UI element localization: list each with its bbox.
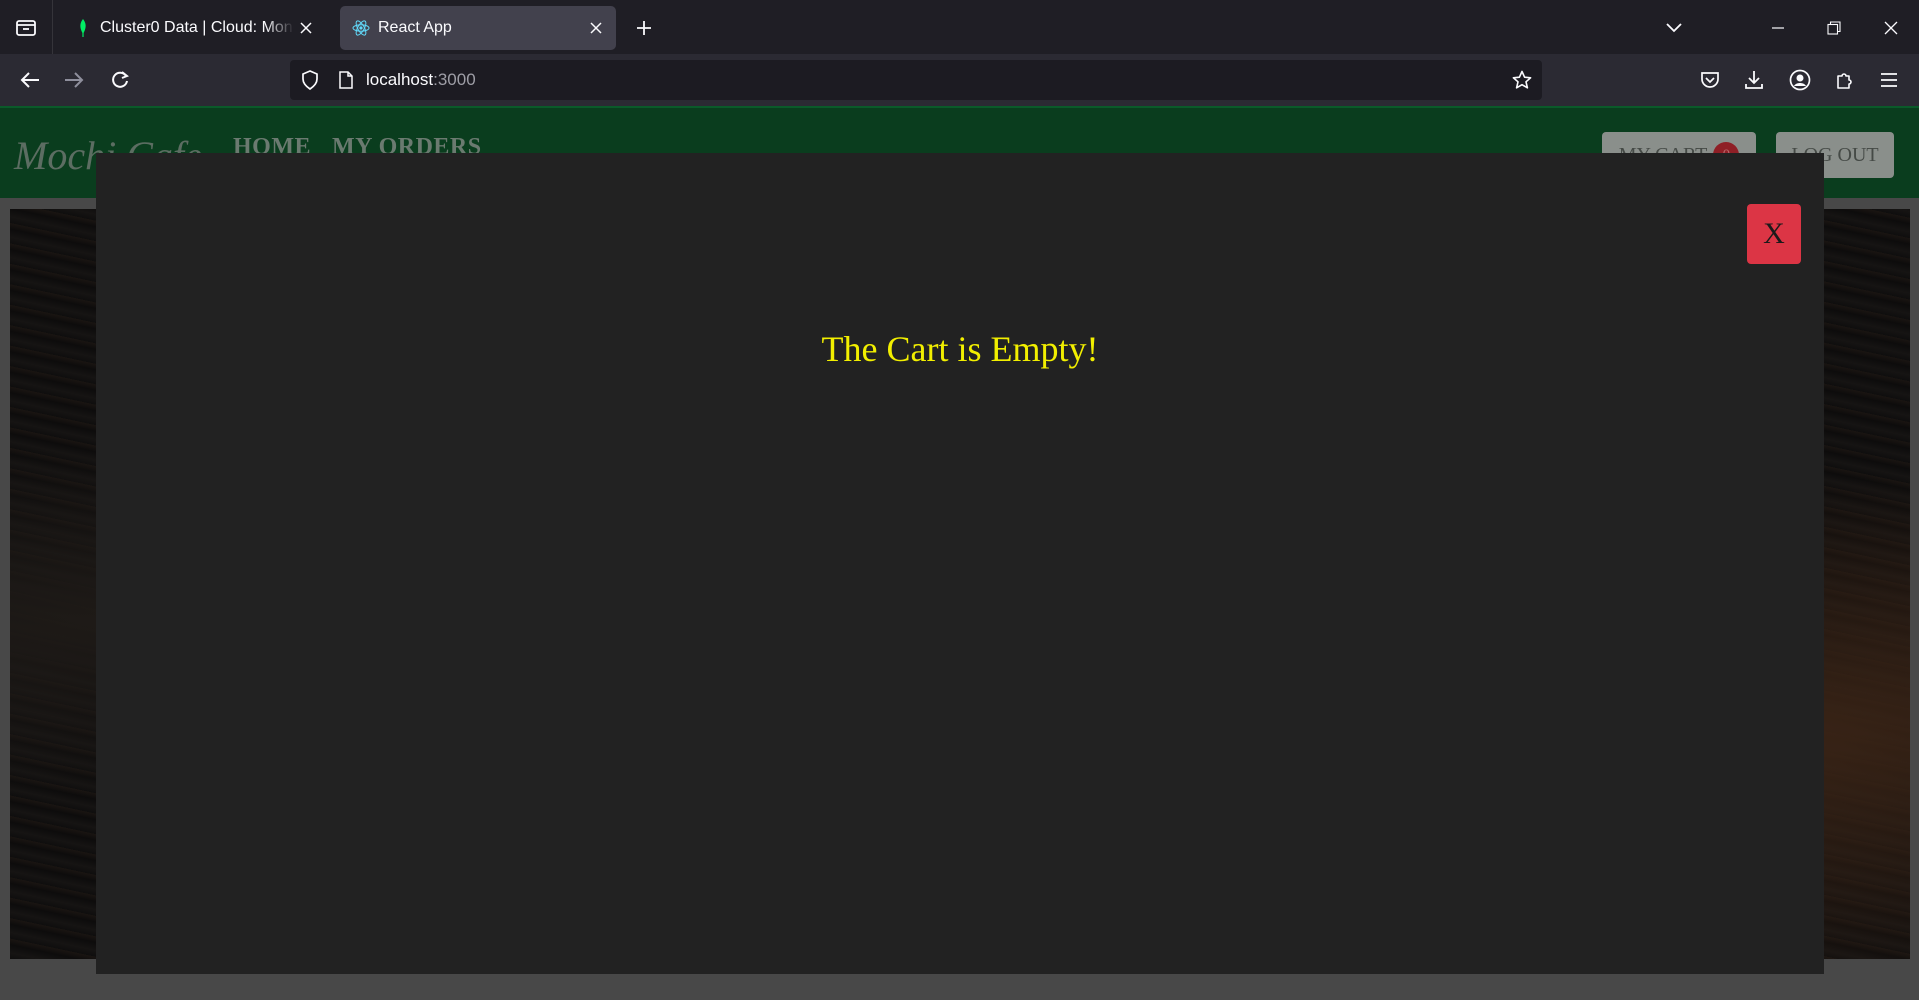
url-port: :3000 bbox=[433, 70, 476, 89]
download-icon[interactable] bbox=[1738, 64, 1770, 96]
tab-title: Cluster0 Data | Cloud: MongoDB Cloud bbox=[100, 19, 294, 36]
modal-close-button[interactable]: X bbox=[1747, 204, 1801, 264]
browser-toolbar: localhost:3000 bbox=[0, 54, 1919, 106]
close-tab-icon[interactable] bbox=[294, 16, 318, 40]
menu-icon[interactable] bbox=[1873, 64, 1905, 96]
page-icon[interactable] bbox=[334, 68, 358, 92]
shield-icon[interactable] bbox=[298, 68, 322, 92]
url-host: localhost bbox=[366, 70, 434, 89]
tab-title: React App bbox=[378, 19, 452, 36]
restore-icon[interactable] bbox=[1818, 12, 1850, 44]
tab-mongodb[interactable]: Cluster0 Data | Cloud: MongoDB Cloud bbox=[62, 6, 326, 50]
new-tab-icon[interactable] bbox=[630, 14, 658, 42]
mongodb-leaf-icon bbox=[74, 19, 92, 37]
address-bar[interactable]: localhost:3000 bbox=[290, 60, 1542, 100]
extensions-icon[interactable] bbox=[1829, 64, 1861, 96]
account-icon[interactable] bbox=[1784, 64, 1816, 96]
close-window-icon[interactable] bbox=[1875, 12, 1907, 44]
react-icon bbox=[352, 19, 370, 37]
minimize-icon[interactable] bbox=[1762, 12, 1794, 44]
tab-list-icon[interactable] bbox=[0, 0, 53, 54]
reload-icon[interactable] bbox=[104, 64, 136, 96]
cart-modal: X The Cart is Empty! bbox=[96, 153, 1824, 974]
pocket-icon[interactable] bbox=[1694, 64, 1726, 96]
tab-react-app[interactable]: React App bbox=[340, 6, 616, 50]
bookmark-star-icon[interactable] bbox=[1510, 68, 1534, 92]
close-tab-icon[interactable] bbox=[584, 16, 608, 40]
empty-cart-message: The Cart is Empty! bbox=[821, 329, 1099, 369]
chevron-down-icon[interactable] bbox=[1658, 12, 1690, 44]
url-text[interactable]: localhost:3000 bbox=[366, 70, 476, 90]
forward-icon[interactable] bbox=[58, 64, 90, 96]
back-icon[interactable] bbox=[14, 64, 46, 96]
browser-tab-bar: Cluster0 Data | Cloud: MongoDB Cloud Rea… bbox=[0, 0, 1919, 54]
